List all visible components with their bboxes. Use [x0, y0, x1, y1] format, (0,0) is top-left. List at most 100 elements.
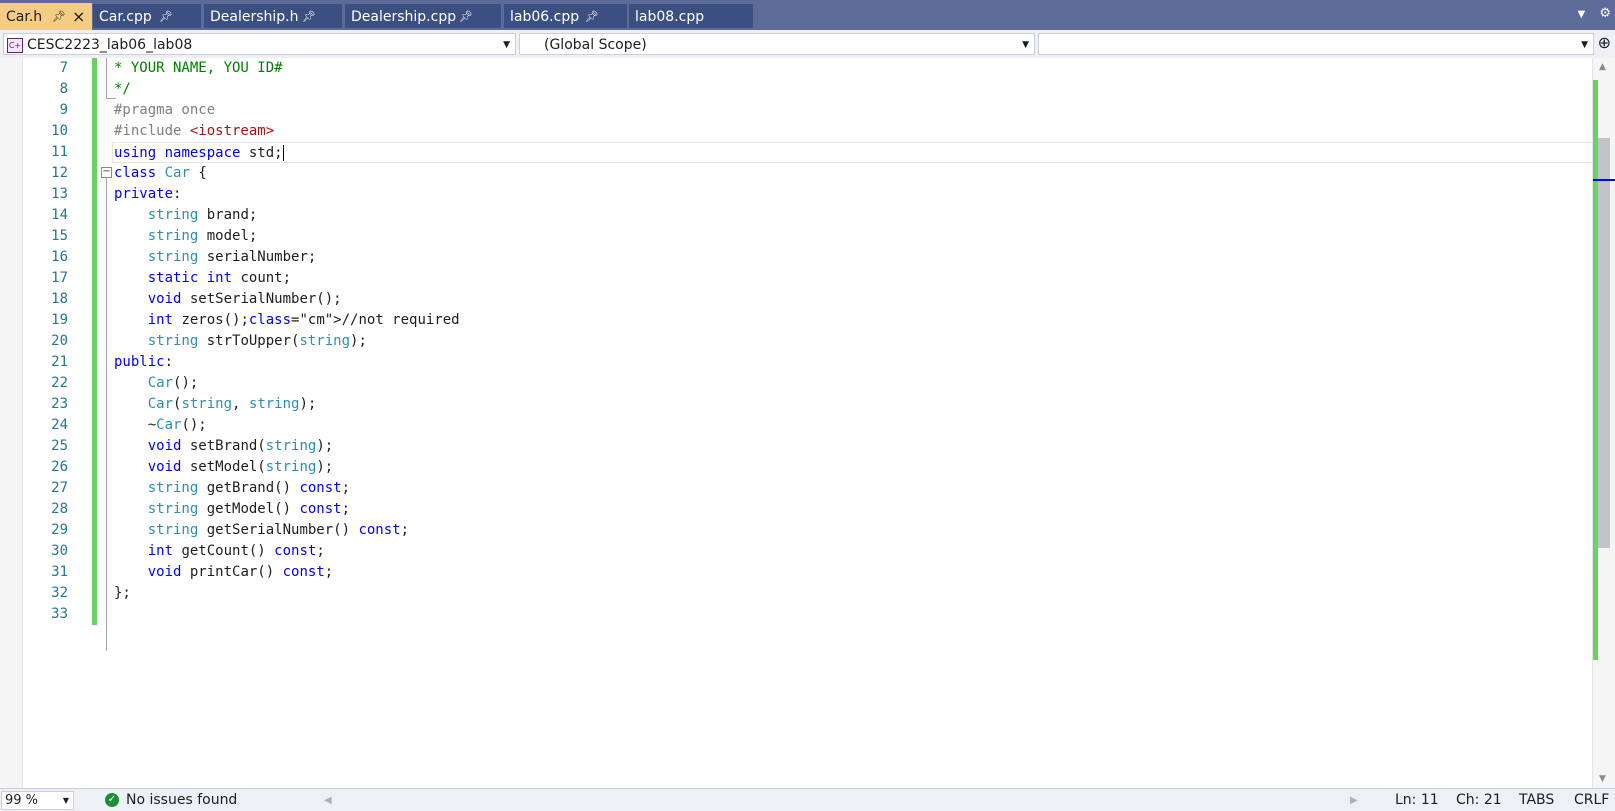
- code-line[interactable]: */: [114, 79, 1594, 100]
- code-line[interactable]: #include <iostream>: [114, 121, 1594, 142]
- scope-dropdown[interactable]: (Global Scope) ▼: [519, 33, 1035, 55]
- chevron-down-icon: ▼: [1022, 40, 1029, 50]
- scroll-down-icon[interactable]: ▼: [1599, 774, 1606, 784]
- code-line[interactable]: * YOUR NAME, YOU ID#: [114, 58, 1594, 79]
- line-numbers: 7 8 9 10 11 12 13 14 15 16 17 18 19 20 2…: [22, 58, 68, 625]
- code-line[interactable]: string serialNumber;: [114, 247, 1594, 268]
- code-line[interactable]: Car();: [114, 373, 1594, 394]
- scroll-left-icon[interactable]: ◀: [324, 791, 332, 810]
- char-indicator[interactable]: Ch: 21: [1456, 791, 1502, 810]
- code-line[interactable]: public:: [114, 352, 1594, 373]
- code-line[interactable]: void setModel(string);: [114, 457, 1594, 478]
- tab-dealership-h[interactable]: Dealership.h 📌︎: [204, 4, 342, 28]
- line-number: 28: [51, 501, 68, 517]
- tab-label: Dealership.cpp: [351, 9, 457, 25]
- editor-status-bar: 99 % ▼ ✓ No issues found ◀ ▶ Ln: 11 Ch: …: [0, 788, 1615, 811]
- code-line[interactable]: void printCar() const;: [114, 562, 1594, 583]
- document-tab-bar: Car.h 📌︎ × Car.cpp 📌︎ Dealership.h 📌︎ De…: [0, 0, 1615, 30]
- code-line[interactable]: string brand;: [114, 205, 1594, 226]
- line-number: 31: [51, 564, 68, 580]
- gear-icon[interactable]: ⚙: [1599, 6, 1611, 21]
- editor-margin: [0, 58, 23, 788]
- code-line[interactable]: string getModel() const;: [114, 499, 1594, 520]
- member-dropdown[interactable]: ▼: [1038, 33, 1594, 55]
- caret-position-marker: [1593, 179, 1615, 181]
- line-number: 12: [51, 165, 68, 181]
- project-icon: C+: [7, 38, 23, 53]
- line-number: 19: [51, 312, 68, 328]
- collapse-icon[interactable]: −: [101, 167, 112, 178]
- tab-car-cpp[interactable]: Car.cpp 📌︎: [93, 4, 201, 28]
- pin-icon[interactable]: 📌︎: [159, 4, 173, 30]
- pin-icon[interactable]: 📌︎: [459, 4, 473, 30]
- text-caret: [282, 145, 284, 161]
- code-line[interactable]: #pragma once: [114, 100, 1594, 121]
- pin-icon[interactable]: 📌︎: [585, 4, 599, 30]
- scrollbar-thumb[interactable]: [1598, 138, 1610, 548]
- code-line[interactable]: string getSerialNumber() const;: [114, 520, 1594, 541]
- tab-label: lab08.cpp: [635, 9, 705, 25]
- line-number: 22: [51, 375, 68, 391]
- line-number: 20: [51, 333, 68, 349]
- code-line[interactable]: class Car {: [114, 163, 1594, 184]
- line-number: 9: [59, 102, 68, 118]
- close-icon[interactable]: ×: [72, 3, 85, 31]
- line-number: 7: [59, 60, 68, 76]
- line-number: 26: [51, 459, 68, 475]
- tab-label: lab06.cpp: [510, 9, 580, 25]
- issues-status[interactable]: No issues found: [126, 791, 237, 810]
- line-number: 23: [51, 396, 68, 412]
- code-line[interactable]: };: [114, 583, 1594, 604]
- line-indicator[interactable]: Ln: 11: [1395, 791, 1439, 810]
- zoom-level: 99 %: [5, 793, 39, 808]
- tab-label: Dealership.h: [210, 9, 299, 25]
- tab-car-h[interactable]: Car.h 📌︎ ×: [0, 3, 92, 30]
- pin-icon[interactable]: 📌︎: [302, 4, 316, 30]
- line-number: 25: [51, 438, 68, 454]
- tab-lab08-cpp[interactable]: lab08.cpp: [629, 4, 753, 28]
- code-line[interactable]: string model;: [114, 226, 1594, 247]
- line-number: 11: [51, 144, 68, 160]
- chevron-down-icon: ▼: [1581, 40, 1588, 50]
- vertical-scrollbar[interactable]: ▲ ▼: [1592, 58, 1615, 788]
- code-line-current[interactable]: using namespace std;: [112, 142, 1594, 163]
- scope-name: (Global Scope): [544, 37, 647, 53]
- scroll-right-icon[interactable]: ▶: [1350, 791, 1358, 810]
- line-number: 16: [51, 249, 68, 265]
- code-lines[interactable]: * YOUR NAME, YOU ID# */ #pragma once #in…: [112, 58, 1594, 625]
- code-editor[interactable]: 7 8 9 10 11 12 13 14 15 16 17 18 19 20 2…: [0, 58, 1615, 788]
- line-number: 32: [51, 585, 68, 601]
- code-line[interactable]: int getCount() const;: [114, 541, 1594, 562]
- split-window-icon[interactable]: ⊕: [1598, 33, 1611, 52]
- chevron-down-icon: ▼: [62, 796, 69, 805]
- indent-indicator[interactable]: TABS: [1519, 791, 1554, 810]
- line-ending-indicator[interactable]: CRLF: [1574, 791, 1609, 810]
- code-line[interactable]: private:: [114, 184, 1594, 205]
- line-number: 17: [51, 270, 68, 286]
- tab-label: Car.cpp: [99, 9, 152, 25]
- code-line[interactable]: [114, 604, 1594, 625]
- zoom-dropdown[interactable]: 99 % ▼: [1, 791, 74, 810]
- code-line[interactable]: static int count;: [114, 268, 1594, 289]
- code-line[interactable]: int zeros();class="cm">//not required: [114, 310, 1594, 331]
- code-line[interactable]: ~Car();: [114, 415, 1594, 436]
- project-dropdown[interactable]: C+ CESC2223_lab06_lab08 ▼: [3, 33, 516, 55]
- navigation-bar: C+ CESC2223_lab06_lab08 ▼ (Global Scope)…: [0, 30, 1615, 59]
- chevron-down-icon: ▼: [503, 40, 510, 50]
- outline-bracket: [106, 178, 107, 651]
- code-line[interactable]: void setSerialNumber();: [114, 289, 1594, 310]
- chevron-down-icon[interactable]: ▼: [1578, 9, 1586, 20]
- line-number: 13: [51, 186, 68, 202]
- code-line[interactable]: void setBrand(string);: [114, 436, 1594, 457]
- code-line[interactable]: string getBrand() const;: [114, 478, 1594, 499]
- line-number: 29: [51, 522, 68, 538]
- tab-dealership-cpp[interactable]: Dealership.cpp 📌︎: [345, 4, 501, 28]
- line-number: 8: [59, 81, 68, 97]
- code-line[interactable]: Car(string, string);: [114, 394, 1594, 415]
- line-number: 30: [51, 543, 68, 559]
- code-line[interactable]: string strToUpper(string);: [114, 331, 1594, 352]
- tab-lab06-cpp[interactable]: lab06.cpp 📌︎: [504, 4, 627, 28]
- pin-icon[interactable]: 📌︎: [52, 3, 66, 31]
- line-number: 15: [51, 228, 68, 244]
- scroll-up-icon[interactable]: ▲: [1599, 62, 1606, 72]
